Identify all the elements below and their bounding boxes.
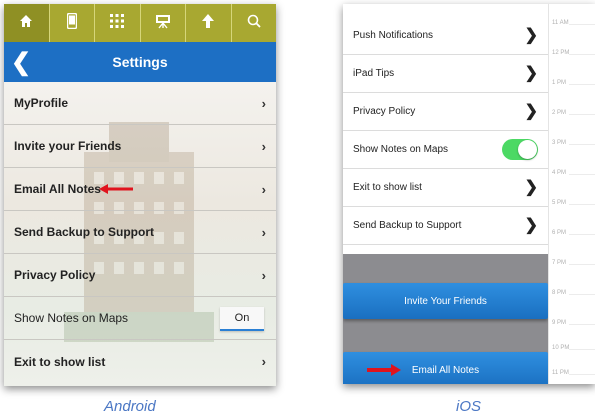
grid-icon (110, 13, 125, 33)
row-label: Push Notifications (353, 30, 434, 41)
red-arrow-annotation-icon (367, 364, 401, 376)
row-label: Show Notes on Maps (14, 311, 129, 325)
hour-label: 7 PM (552, 260, 567, 266)
hour-gridline (569, 324, 595, 325)
chevron-right-icon: ❯ (524, 179, 538, 196)
android-header-bar: ❮ Settings (4, 42, 276, 82)
hour-label: 11 AM (552, 20, 569, 26)
hour-label: 2 PM (552, 110, 567, 116)
android-row-email-all-notes[interactable]: Email All Notes › (4, 168, 276, 211)
hour-gridline (569, 234, 595, 235)
chevron-right-icon: › (261, 96, 266, 111)
home-icon (19, 14, 33, 33)
page-title: Settings (112, 54, 168, 70)
hour-gridline (569, 264, 595, 265)
hour-label: 10 PM (552, 345, 570, 351)
ios-row-push-notifications[interactable]: Push Notifications ❯ (343, 17, 548, 55)
map-pin-icon (201, 13, 215, 34)
row-label: Send Backup to Support (353, 220, 462, 231)
chevron-right-icon: ❯ (524, 217, 538, 234)
android-screenshot: ❮ Settings MyProfile › Invite your Frien… (4, 4, 276, 386)
phone-icon (66, 12, 77, 34)
hour-label: 6 PM (552, 230, 567, 236)
hour-label: 3 PM (552, 140, 567, 146)
android-row-invite-friends[interactable]: Invite your Friends › (4, 125, 276, 168)
android-row-myprofile[interactable]: MyProfile › (4, 82, 276, 125)
android-row-exit-to-show-list[interactable]: Exit to show list › (4, 340, 276, 383)
ios-row-show-notes-on-maps: Show Notes on Maps (343, 131, 548, 169)
search-icon (247, 14, 261, 33)
hour-label: 1 PM (552, 80, 567, 86)
tab-phone[interactable] (50, 4, 95, 42)
ios-screenshot: Push Notifications ❯ iPad Tips ❯ Privacy… (343, 4, 595, 384)
chevron-right-icon: › (261, 182, 266, 197)
show-notes-toggle[interactable]: On (220, 307, 264, 331)
ios-caption: iOS (456, 398, 482, 415)
row-label: Privacy Policy (353, 106, 416, 117)
row-label: Show Notes on Maps (353, 144, 449, 155)
chevron-right-icon: › (261, 139, 266, 154)
red-arrow-annotation-icon (99, 184, 133, 194)
row-label: iPad Tips (353, 68, 395, 79)
tab-grid[interactable] (95, 4, 141, 42)
hour-gridline (569, 114, 595, 115)
row-label: Email All Notes (14, 182, 101, 196)
comparison-figure: ❮ Settings MyProfile › Invite your Frien… (0, 0, 595, 420)
hour-label: 12 PM (552, 50, 570, 56)
ios-row-send-backup[interactable]: Send Backup to Support ❯ (343, 207, 548, 245)
row-label: Exit to show list (14, 354, 106, 369)
row-label: Privacy Policy (14, 268, 96, 282)
ios-row-ipad-tips[interactable]: iPad Tips ❯ (343, 55, 548, 93)
hour-label: 11 PM (552, 370, 569, 376)
tab-search[interactable] (232, 4, 277, 42)
android-tab-bar (4, 4, 276, 42)
chevron-right-icon: › (261, 268, 266, 283)
hour-label: 9 PM (552, 320, 567, 326)
hour-gridline (569, 144, 595, 145)
hour-gridline (569, 174, 595, 175)
tab-presentation[interactable] (141, 4, 186, 42)
ios-row-exit-to-show-list[interactable]: Exit to show list ❯ (343, 169, 548, 207)
ios-row-privacy-policy[interactable]: Privacy Policy ❯ (343, 93, 548, 131)
android-row-show-notes-on-maps: Show Notes on Maps On (4, 297, 276, 340)
hour-gridline (569, 294, 595, 295)
chevron-right-icon: ❯ (524, 27, 538, 44)
hour-label: 4 PM (552, 170, 567, 176)
back-button[interactable]: ❮ (4, 42, 38, 82)
chevron-right-icon: › (261, 225, 266, 240)
tab-home[interactable] (4, 4, 50, 42)
hour-label: 8 PM (552, 290, 567, 296)
show-notes-switch[interactable] (502, 139, 538, 160)
row-label: Send Backup to Support (14, 225, 155, 239)
hour-gridline (569, 84, 595, 85)
chevron-right-icon: ❯ (524, 65, 538, 82)
back-chevron-icon: ❮ (10, 48, 32, 76)
row-label: MyProfile (14, 96, 69, 110)
ios-settings-list: Push Notifications ❯ iPad Tips ❯ Privacy… (343, 4, 548, 254)
android-row-privacy-policy[interactable]: Privacy Policy › (4, 254, 276, 297)
presentation-icon (155, 13, 171, 34)
tab-map[interactable] (186, 4, 232, 42)
hour-gridline (569, 24, 595, 25)
hour-gridline (569, 54, 595, 55)
chevron-right-icon: › (261, 354, 266, 369)
calendar-hours-strip: 11 AM 12 PM 1 PM 2 PM 3 PM 4 PM 5 PM 6 P… (548, 4, 595, 384)
hour-gridline (569, 374, 595, 375)
hour-gridline (569, 349, 595, 350)
hour-label: 5 PM (552, 200, 567, 206)
android-settings-list: MyProfile › Invite your Friends › Email … (4, 82, 276, 386)
hour-gridline (569, 204, 595, 205)
chevron-right-icon: ❯ (524, 103, 538, 120)
row-label: Invite your Friends (14, 139, 122, 153)
email-all-notes-label: Email All Notes (411, 364, 480, 376)
invite-friends-button[interactable]: Invite Your Friends (343, 283, 548, 319)
android-row-send-backup[interactable]: Send Backup to Support › (4, 211, 276, 254)
row-label: Exit to show list (353, 182, 422, 193)
android-caption: Android (104, 398, 156, 415)
